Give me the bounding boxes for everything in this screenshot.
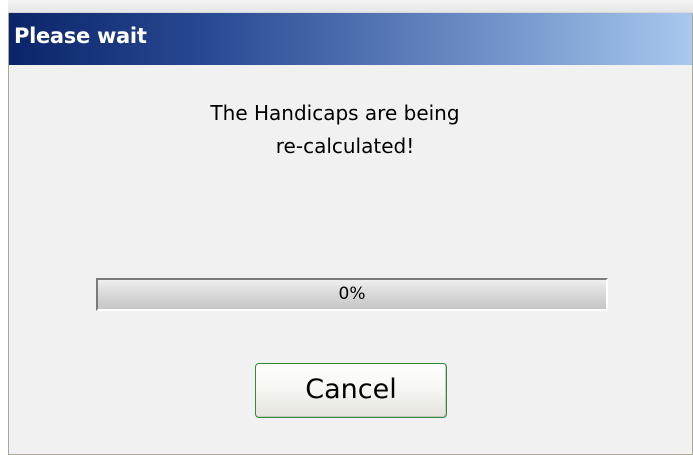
progress-label: 0%	[338, 284, 366, 304]
dialog-title: Please wait	[14, 24, 147, 48]
please-wait-dialog: Please wait The Handicaps are being re-c…	[8, 13, 693, 455]
status-message: The Handicaps are being re-calculated!	[9, 97, 661, 163]
cancel-button[interactable]: Cancel	[255, 363, 447, 418]
progress-bar: 0%	[96, 278, 608, 311]
dialog-titlebar[interactable]: Please wait	[9, 13, 692, 65]
window-top-edge	[8, 0, 693, 13]
status-message-line-2: re-calculated!	[275, 134, 415, 158]
status-message-line-1: The Handicaps are being	[210, 101, 460, 125]
